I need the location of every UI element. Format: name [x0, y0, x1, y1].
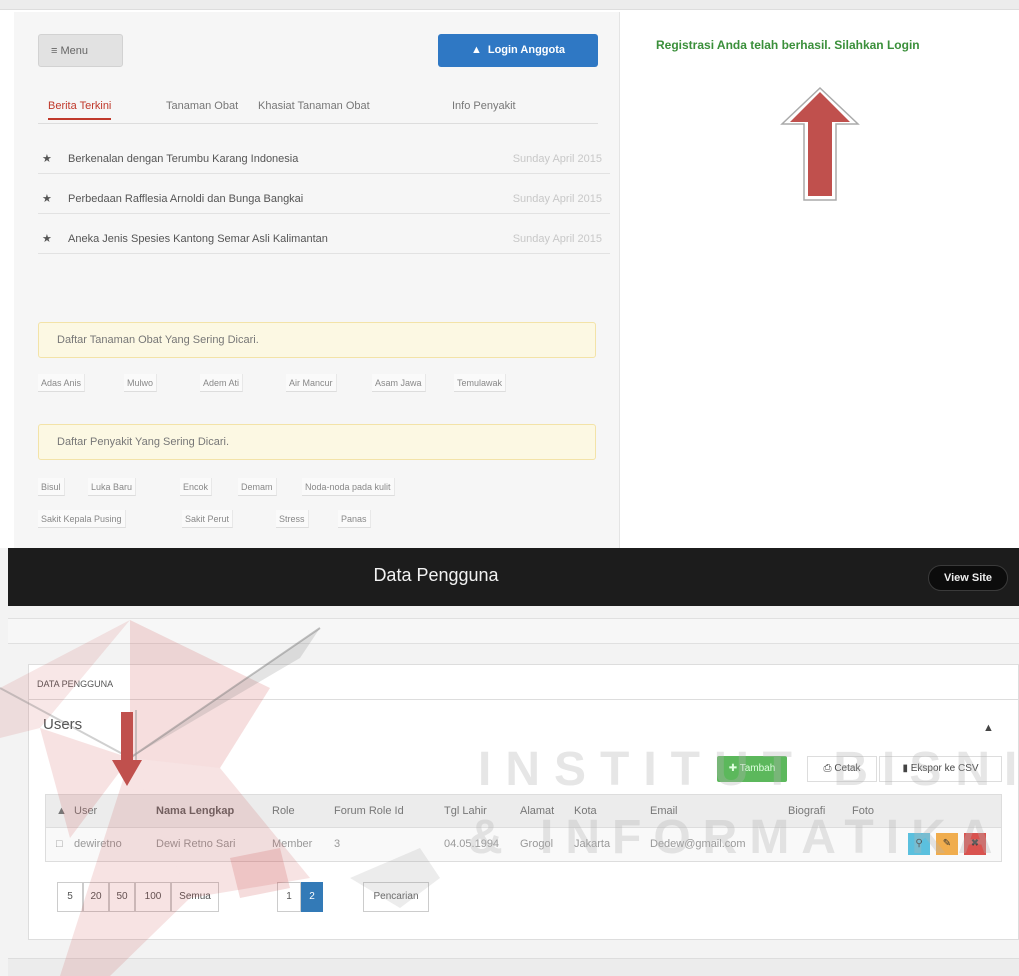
col-alamat[interactable]: Alamat [520, 805, 554, 817]
admin-users-view: Data Pengguna View Site DATA PENGGUNA Us… [0, 548, 1019, 976]
disease-tag[interactable]: Bisul [38, 478, 65, 496]
news-date: Sunday April 2015 [512, 193, 602, 205]
login-label: Login Anggota [487, 44, 566, 56]
plant-tag[interactable]: Temulawak [454, 374, 507, 392]
cell-alamat: Grogol [520, 838, 554, 850]
tab-info-penyakit[interactable]: Info Penyakit [452, 100, 516, 112]
star-icon: ★ [42, 233, 52, 245]
col-foto[interactable]: Foto [852, 805, 874, 817]
sort-icon[interactable]: ▲ [56, 805, 67, 817]
page-size-100[interactable]: 100 [135, 882, 171, 912]
table-row[interactable]: □ dewiretno Dewi Retno Sari Member 3 04.… [45, 828, 1002, 862]
news-item[interactable]: ★ Berkenalan dengan Terumbu Karang Indon… [38, 144, 610, 174]
browser-strip [0, 0, 1019, 10]
cell-tgl-lahir: 04.05.1994 [444, 838, 500, 850]
registration-success-message: Registrasi Anda telah berhasil. Silahkan… [656, 38, 920, 52]
news-title[interactable]: Aneka Jenis Spesies Kantong Semar Asli K… [68, 224, 328, 254]
plus-icon: ✚ [728, 763, 738, 774]
cell-email: Dedew@gmail.com [650, 838, 746, 850]
user-icon: ▲ [470, 44, 482, 56]
section-header: DATA PENGGUNA [28, 664, 1019, 700]
disease-tag[interactable]: Encok [180, 478, 213, 496]
page-size-5[interactable]: 5 [57, 882, 83, 912]
star-icon: ★ [42, 153, 52, 165]
sub-toolbar [8, 618, 1019, 644]
page-1[interactable]: 1 [277, 882, 301, 912]
menu-button[interactable]: ≡ Menu [38, 34, 123, 67]
cell-user: dewiretno [74, 838, 122, 850]
page-2[interactable]: 2 [301, 882, 323, 912]
col-user[interactable]: User [74, 805, 97, 817]
page-size-50[interactable]: 50 [109, 882, 135, 912]
col-role[interactable]: Role [272, 805, 295, 817]
file-icon: ▮ [902, 763, 908, 774]
footer-bar [8, 958, 1019, 976]
cell-role: Member [272, 838, 313, 850]
news-date: Sunday April 2015 [512, 153, 602, 165]
news-title[interactable]: Perbedaan Rafflesia Arnoldi dan Bunga Ba… [68, 184, 303, 214]
export-label: Ekspor ke CSV [910, 763, 979, 774]
print-button[interactable]: ⎙ Cetak [807, 756, 877, 782]
col-biografi[interactable]: Biografi [788, 805, 825, 817]
page-title: Data Pengguna [373, 565, 499, 585]
print-label: Cetak [834, 763, 861, 774]
card-title: Users [43, 716, 83, 733]
export-csv-button[interactable]: ▮ Ekspor ke CSV [879, 756, 1002, 782]
col-email[interactable]: Email [650, 805, 678, 817]
news-title[interactable]: Berkenalan dengan Terumbu Karang Indones… [68, 144, 298, 174]
col-kota[interactable]: Kota [574, 805, 597, 817]
down-arrow-annotation [112, 710, 142, 786]
print-icon: ⎙ [823, 763, 832, 774]
tab-khasiat-tanaman-obat[interactable]: Khasiat Tanaman Obat [258, 100, 370, 112]
delete-icon[interactable]: ✖ [964, 833, 986, 855]
disease-tag[interactable]: Noda-noda pada kulit [302, 478, 395, 496]
popular-diseases-alert: Daftar Penyakit Yang Sering Dicari. [38, 424, 596, 460]
tab-tanaman-obat[interactable]: Tanaman Obat [166, 100, 238, 112]
news-date: Sunday April 2015 [512, 233, 602, 245]
up-arrow-annotation [780, 86, 860, 201]
add-button[interactable]: ✚ Tambah [717, 756, 787, 782]
popular-plants-alert: Daftar Tanaman Obat Yang Sering Dicari. [38, 322, 596, 358]
page-size-all[interactable]: Semua [171, 882, 219, 912]
plant-tag[interactable]: Adas Anis [38, 374, 86, 392]
view-icon[interactable]: ⚲ [908, 833, 930, 855]
cell-nama: Dewi Retno Sari [156, 838, 236, 850]
cell-kota: Jakarta [574, 838, 611, 850]
news-tabs: Berita Terkini Tanaman Obat Khasiat Tana… [38, 100, 598, 124]
website-registration-view: ≡ Menu ▲ Login Anggota Berita Terkini Tan… [0, 0, 1019, 548]
plant-tag[interactable]: Adem Ati [200, 374, 244, 392]
cell-forum-role: 3 [334, 838, 341, 850]
edit-icon[interactable]: ✎ [936, 833, 958, 855]
composite-screenshot: ≡ Menu ▲ Login Anggota Berita Terkini Tan… [0, 0, 1019, 976]
tab-berita-terkini[interactable]: Berita Terkini [48, 100, 112, 120]
admin-top-bar: Data Pengguna View Site [8, 548, 1019, 606]
news-item[interactable]: ★ Aneka Jenis Spesies Kantong Semar Asli… [38, 224, 610, 254]
disease-tag[interactable]: Panas [338, 510, 371, 528]
disease-tag[interactable]: Demam [238, 478, 277, 496]
content-panel: ≡ Menu ▲ Login Anggota Berita Terkini Tan… [14, 12, 620, 548]
add-label: Tambah [739, 763, 776, 774]
users-card: Users ▲ ✚ Tambah ⎙ Cetak ▮ Ekspor ke CSV… [28, 700, 1019, 940]
plant-tag[interactable]: Air Mancur [286, 374, 337, 392]
disease-tag[interactable]: Sakit Kepala Pusing [38, 510, 126, 528]
star-icon: ★ [42, 193, 52, 205]
users-table: ▲ User Nama Lengkap Role Forum Role Id T… [45, 794, 1002, 862]
page-size-20[interactable]: 20 [83, 882, 109, 912]
search-button[interactable]: Pencarian [363, 882, 429, 912]
disease-tag[interactable]: Luka Baru [88, 478, 137, 496]
row-checkbox[interactable]: □ [56, 838, 63, 850]
col-nama-lengkap[interactable]: Nama Lengkap [156, 805, 234, 817]
plant-tag[interactable]: Mulwo [124, 374, 158, 392]
col-tgl-lahir[interactable]: Tgl Lahir [444, 805, 487, 817]
table-header: ▲ User Nama Lengkap Role Forum Role Id T… [45, 794, 1002, 828]
disease-tag[interactable]: Sakit Perut [182, 510, 234, 528]
plant-tag[interactable]: Asam Jawa [372, 374, 426, 392]
view-site-button[interactable]: View Site [928, 565, 1008, 591]
col-forum-role-id[interactable]: Forum Role Id [334, 805, 404, 817]
login-anggota-button[interactable]: ▲ Login Anggota [438, 34, 598, 67]
disease-tag[interactable]: Stress [276, 510, 309, 528]
news-item[interactable]: ★ Perbedaan Rafflesia Arnoldi dan Bunga … [38, 184, 610, 214]
collapse-caret-icon[interactable]: ▲ [983, 722, 994, 734]
